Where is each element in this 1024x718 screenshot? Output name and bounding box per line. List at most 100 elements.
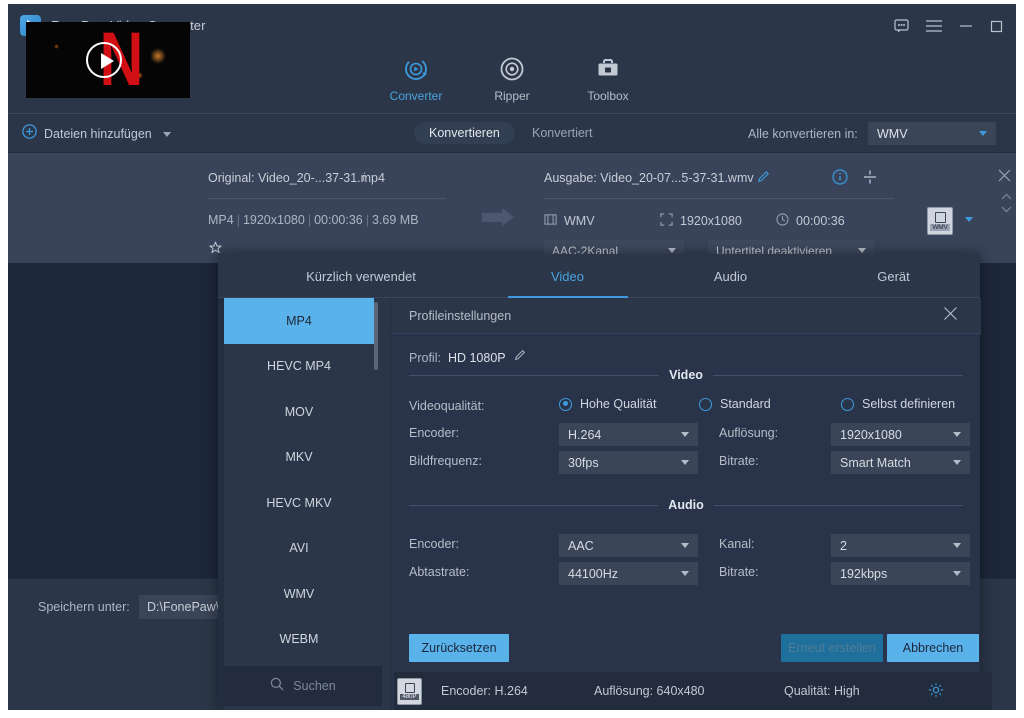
chat-icon[interactable] <box>888 13 914 39</box>
tab-recently-used[interactable]: Kürzlich verwendet <box>236 254 486 298</box>
original-size: 3.69 MB <box>372 213 419 227</box>
divider <box>208 198 446 199</box>
minimize-icon[interactable] <box>953 13 979 39</box>
film-icon <box>544 213 557 229</box>
radio-custom[interactable]: Selbst definieren <box>841 397 955 411</box>
output-resolution-value: 1920x1080 <box>680 214 742 228</box>
close-icon[interactable] <box>943 306 958 326</box>
quality-badge-label: 480P <box>400 694 419 700</box>
chevron-down-icon <box>668 248 676 253</box>
output-format-badge-icon[interactable]: WMV <box>927 207 953 235</box>
field-value: H.264 <box>568 427 602 442</box>
radio-dot-icon <box>699 397 712 411</box>
hamburger-icon[interactable] <box>921 13 947 39</box>
split-icon[interactable] <box>862 169 878 190</box>
audio-bitrate-select[interactable]: 192kbps <box>831 562 970 585</box>
play-icon[interactable] <box>86 42 122 78</box>
chevron-down-icon <box>681 571 689 576</box>
output-info-icon[interactable] <box>832 169 848 190</box>
chevron-down-icon[interactable] <box>965 217 973 222</box>
output-duration-value: 00:00:36 <box>796 214 845 228</box>
status-bar: 480P Encoder: H.264 Auflösung: 640x480 Q… <box>394 672 992 710</box>
tab-device[interactable]: Gerät <box>812 254 975 298</box>
panel-header: Profileinstellungen <box>391 298 981 334</box>
video-framerate-select[interactable]: 30fps <box>559 451 698 474</box>
cancel-button[interactable]: Abbrechen <box>887 634 979 662</box>
edit-pencil-icon[interactable] <box>513 348 527 367</box>
toolbox-icon <box>593 52 623 86</box>
output-format-value: WMV <box>564 214 595 228</box>
radio-label: Standard <box>720 397 771 411</box>
chevron-down-icon <box>953 543 961 548</box>
gear-icon[interactable] <box>928 682 944 703</box>
chevron-down-icon <box>953 460 961 465</box>
nav-item-toolbox[interactable]: Toolbox <box>560 50 656 114</box>
field-value: 30fps <box>568 455 599 470</box>
audio-samplerate-select[interactable]: 44100Hz <box>559 562 698 585</box>
format-item-webm[interactable]: WEBM <box>224 617 374 663</box>
format-list[interactable]: MP4 HEVC MP4 MOV MKV HEVC MKV AVI WMV WE… <box>224 298 390 710</box>
format-item-mp4[interactable]: MP4 <box>224 298 374 344</box>
format-item-hevc-mkv[interactable]: HEVC MKV <box>224 480 374 526</box>
tab-video[interactable]: Video <box>486 254 649 298</box>
format-item-avi[interactable]: AVI <box>224 526 374 572</box>
field-label: Auflösung: <box>719 426 779 440</box>
format-item-hevc-mp4[interactable]: HEVC MP4 <box>224 344 374 390</box>
nav-item-converter[interactable]: Converter <box>368 50 464 119</box>
tab-audio[interactable]: Audio <box>649 254 812 298</box>
original-duration: 00:00:36 <box>314 213 363 227</box>
output-resolution-meta: 1920x1080 <box>660 213 742 229</box>
info-icon[interactable]: i <box>362 170 365 185</box>
add-files-button[interactable]: Dateien hinzufügen <box>22 123 171 145</box>
chevron-down-icon <box>681 543 689 548</box>
original-resolution: 1920x1080 <box>242 213 305 227</box>
audio-encoder-select[interactable]: AAC <box>559 534 698 557</box>
maximize-icon[interactable] <box>983 13 1009 39</box>
video-quality-label: Videoqualität: <box>409 399 485 413</box>
convert-all-select[interactable]: WMV <box>868 122 996 145</box>
video-bitrate-select[interactable]: Smart Match <box>831 451 970 474</box>
section-title-video: Video <box>669 368 703 382</box>
output-file-name: Ausgabe: Video_20-07...5-37-31.wmv <box>544 171 754 185</box>
chevron-down-icon <box>979 131 987 136</box>
tab-converted[interactable]: Konvertiert <box>532 126 592 140</box>
format-search-placeholder: Suchen <box>293 679 336 693</box>
field-label: Bitrate: <box>719 565 759 579</box>
format-search-input[interactable]: Suchen <box>224 666 382 706</box>
format-item-wmv[interactable]: WMV <box>224 571 374 617</box>
move-down-icon[interactable] <box>1001 200 1012 218</box>
nav-item-ripper[interactable]: Ripper <box>464 50 560 114</box>
dialog-tabs: Kürzlich verwendet Video Audio Gerät <box>218 254 980 298</box>
close-icon[interactable] <box>1013 13 1016 39</box>
radio-standard[interactable]: Standard <box>699 397 771 411</box>
section-header-video: Video <box>409 368 963 382</box>
recreate-button[interactable]: Erneut erstellen <box>781 634 883 662</box>
chevron-down-icon <box>953 432 961 437</box>
nav-label-ripper: Ripper <box>494 89 530 103</box>
clock-icon <box>776 213 789 229</box>
format-item-mov[interactable]: MOV <box>224 389 374 435</box>
reset-button[interactable]: Zurücksetzen <box>409 634 509 662</box>
original-format: MP4 <box>208 213 234 227</box>
format-item-mkv[interactable]: MKV <box>224 435 374 481</box>
field-value: Smart Match <box>840 455 911 470</box>
profile-settings-panel: Profileinstellungen Profil: HD 1080P Vid… <box>390 298 981 710</box>
tab-converting[interactable]: Konvertieren <box>414 122 515 144</box>
video-resolution-select[interactable]: 1920x1080 <box>831 423 970 446</box>
field-video-bitrate: Bitrate: Smart Match <box>719 451 999 474</box>
format-list-scrollbar-thumb[interactable] <box>374 302 378 370</box>
chevron-down-icon[interactable] <box>162 131 171 137</box>
field-video-framerate: Bildfrequenz: 30fps <box>409 451 698 474</box>
audio-channel-select[interactable]: 2 <box>831 534 970 557</box>
edit-pencil-icon[interactable] <box>756 169 771 189</box>
radio-high-quality[interactable]: Hohe Qualität <box>559 397 656 411</box>
original-file-name: Original: Video_20-...37-31.mp4 <box>208 171 385 185</box>
divider <box>544 198 894 199</box>
convert-all-label: Alle konvertieren in: <box>748 127 858 141</box>
remove-file-icon[interactable] <box>998 169 1011 187</box>
search-icon <box>270 677 284 696</box>
original-file-meta: MP4 | 1920x1080 | 00:00:36 | 3.69 MB <box>208 213 419 227</box>
field-value: 1920x1080 <box>840 427 902 442</box>
video-encoder-select[interactable]: H.264 <box>559 423 698 446</box>
video-thumbnail[interactable]: N <box>26 22 190 98</box>
